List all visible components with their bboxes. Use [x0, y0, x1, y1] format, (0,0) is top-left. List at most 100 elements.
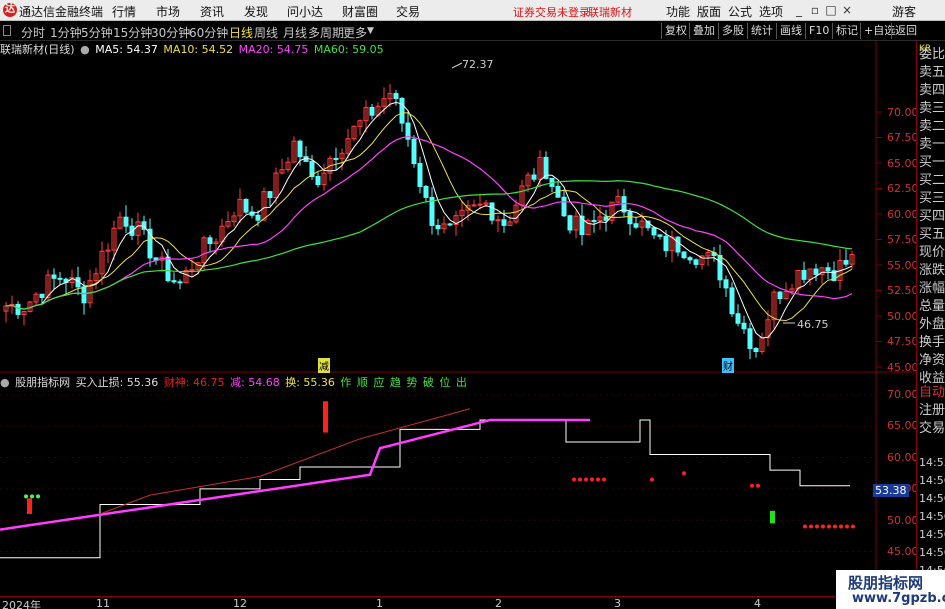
candle-body — [435, 224, 441, 230]
period-multi[interactable]: 多周期 — [308, 24, 344, 41]
candle-body — [411, 138, 417, 165]
sidebar-trade[interactable]: 交易 — [919, 421, 945, 437]
trend-curve — [0, 418, 590, 531]
event-marker-finance[interactable]: 财 — [722, 358, 734, 373]
menu-item-function[interactable]: 功能 — [666, 3, 690, 20]
candle-body — [165, 256, 171, 282]
sidebar-item: 买五 — [919, 227, 945, 242]
back-button[interactable]: 返回 — [891, 23, 917, 39]
candle-body — [15, 303, 21, 315]
candle-body — [51, 274, 57, 279]
sidebar-item: 现价 — [919, 245, 945, 260]
menu-item-layout[interactable]: 版面 — [697, 3, 721, 20]
mark-button[interactable]: 标记 — [832, 23, 858, 39]
sidebar-register[interactable]: 注册 — [919, 403, 945, 419]
kline-chart[interactable] — [0, 41, 916, 594]
candle-body — [813, 268, 819, 275]
more-dropdown-icon[interactable]: ▼ — [367, 26, 374, 36]
add-watchlist-button[interactable]: +自选 — [860, 23, 895, 39]
period-daily[interactable]: 日线 — [229, 24, 253, 41]
sidebar-item: 净资 — [919, 353, 945, 368]
candle-body — [663, 235, 669, 252]
guest-label[interactable]: 游客 — [892, 3, 916, 20]
signal-6: 位 — [439, 376, 451, 389]
candle-body — [501, 219, 507, 226]
candle-body — [447, 223, 453, 226]
period-60min[interactable]: 60分钟 — [189, 24, 228, 41]
menu-item-ask[interactable]: 问小达 — [287, 3, 323, 20]
signal-3: 趋 — [389, 376, 401, 389]
signal-2: 应 — [373, 376, 385, 389]
menu-item-discover[interactable]: 发现 — [244, 3, 268, 20]
tick-time: 14:55 — [919, 456, 945, 469]
restore-icon[interactable]: ▫ — [808, 3, 822, 17]
date-tick: 1 — [376, 597, 383, 609]
period-15min[interactable]: 15分钟 — [113, 24, 152, 41]
draw-line-button[interactable]: 画线 — [776, 23, 802, 39]
signal-dot — [756, 483, 760, 488]
stats-button[interactable]: 统计 — [747, 23, 773, 39]
candle-body — [531, 174, 537, 180]
ma10-line — [5, 112, 853, 322]
resistance-line — [99, 408, 471, 515]
menu-item-info[interactable]: 资讯 — [200, 3, 224, 20]
candle-body — [735, 313, 741, 324]
price-tick: 50.00 — [887, 310, 919, 323]
signal-dot — [584, 477, 588, 482]
period-5min[interactable]: 5分钟 — [81, 24, 113, 41]
high-pointer — [451, 62, 463, 69]
menu-item-formula[interactable]: 公式 — [728, 3, 752, 20]
menu-item-market[interactable]: 市场 — [156, 3, 180, 20]
close-icon[interactable]: × — [840, 3, 854, 17]
maximize-icon[interactable]: □ — [824, 3, 838, 17]
buy-stop-label: 买入止损: 55.36 — [75, 376, 159, 389]
candle-body — [123, 216, 129, 227]
period-monthly[interactable]: 月线 — [283, 24, 307, 41]
login-warning[interactable]: 证券交易未登录 — [513, 4, 590, 20]
sidebar-auto-trade[interactable]: 自动 — [919, 385, 945, 401]
tick-time: 14:56 — [919, 546, 945, 559]
panel-toggle-icon[interactable] — [3, 25, 11, 36]
adjust-button[interactable]: 复权 — [661, 23, 687, 39]
ma60-label: MA60: 59.05 — [313, 43, 384, 56]
period-weekly[interactable]: 周线 — [254, 24, 278, 41]
menu-item-wealth[interactable]: 财富圈 — [342, 3, 378, 20]
minimize-icon[interactable]: _ — [792, 3, 806, 17]
candle-body — [729, 287, 735, 315]
signal-1: 顺 — [356, 376, 368, 389]
candle-body — [651, 227, 657, 236]
candle-body — [801, 269, 807, 280]
sidebar-item: 总量 — [919, 299, 945, 314]
period-30min[interactable]: 30分钟 — [151, 24, 190, 41]
indicator-tick: 45.00 — [887, 545, 919, 558]
event-marker-reduce[interactable]: 减 — [318, 358, 330, 373]
legend-toggle-icon[interactable]: ● — [80, 43, 90, 56]
candle-body — [171, 280, 177, 283]
multi-stock-button[interactable]: 多股 — [718, 23, 744, 39]
menu-item-quotes[interactable]: 行情 — [112, 3, 136, 20]
period-intraday[interactable]: 分时 — [21, 24, 45, 41]
overlay-button[interactable]: 叠加 — [689, 23, 715, 39]
period-more[interactable]: 更多 — [343, 24, 367, 41]
f10-button[interactable]: F10 — [805, 23, 829, 39]
date-tick: 3 — [614, 597, 621, 609]
signal-dot — [845, 524, 849, 529]
price-tick: 47.50 — [887, 335, 919, 348]
signal-dot — [839, 524, 843, 529]
signal-dot — [578, 477, 582, 482]
reduce-label: 减: 54.68 — [230, 376, 280, 389]
indicator-tick: 50.00 — [887, 514, 919, 527]
signal-dot — [36, 494, 40, 499]
price-tick: 65.00 — [887, 157, 919, 170]
candle-body — [267, 191, 273, 199]
candle-body — [489, 202, 495, 221]
sidebar-item: 买一 — [919, 155, 945, 170]
candle-body — [561, 196, 567, 217]
caishen-label: 财神: 46.75 — [163, 376, 225, 389]
period-1min[interactable]: 1分钟 — [50, 24, 82, 41]
watermark-url: www.7gpzb.com — [852, 591, 945, 606]
menu-item-trade[interactable]: 交易 — [396, 3, 420, 20]
candle-body — [567, 215, 573, 231]
indicator-toggle-icon[interactable]: ● — [0, 376, 10, 389]
menu-item-options[interactable]: 选项 — [759, 3, 783, 20]
